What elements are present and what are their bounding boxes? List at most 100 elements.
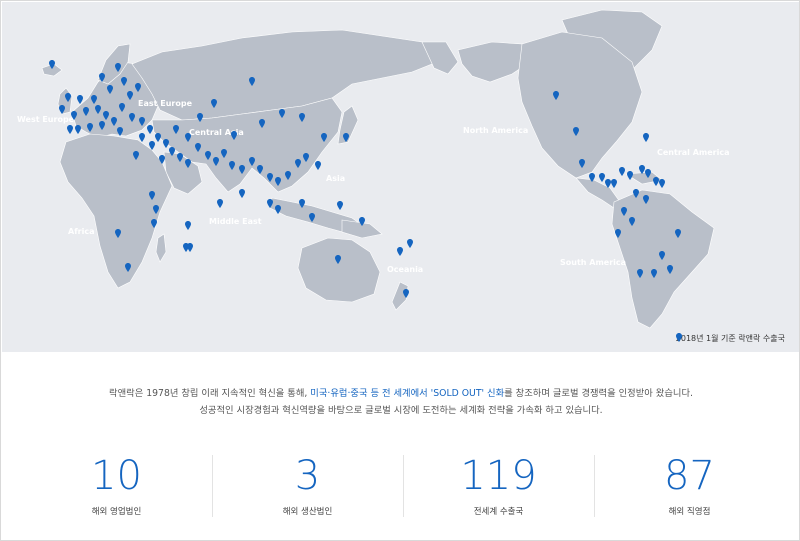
- location-pin-icon: [611, 179, 617, 188]
- location-pin-icon: [83, 107, 89, 116]
- location-pin-icon: [403, 289, 409, 298]
- location-pin-icon: [285, 171, 291, 180]
- location-pin-icon: [177, 153, 183, 162]
- stat-value: 10: [91, 453, 142, 499]
- location-pin-icon: [633, 189, 639, 198]
- location-pin-icon: [299, 199, 305, 208]
- location-pin-icon: [359, 217, 365, 226]
- location-pin-icon: [589, 173, 595, 182]
- region-label-middle-east: Middle East: [209, 217, 262, 226]
- location-pin-icon: [275, 177, 281, 186]
- location-pin-icon: [267, 173, 273, 182]
- location-pin-icon: [65, 93, 71, 102]
- location-pin-icon: [659, 251, 665, 260]
- page-frame: West Europe East Europe Central Asia Afr…: [0, 0, 800, 541]
- location-pin-icon: [135, 83, 141, 92]
- stat-overseas-direct-stores: 87 해외 직영점: [594, 451, 785, 521]
- location-pin-icon: [117, 127, 123, 136]
- location-pin-icon: [115, 63, 121, 72]
- location-pin-icon: [211, 99, 217, 108]
- location-pin-icon: [407, 239, 413, 248]
- location-pin-icon: [59, 105, 65, 114]
- location-pin-icon: [343, 133, 349, 142]
- location-pin-icon: [643, 133, 649, 142]
- stat-overseas-production-subsidiaries: 3 해외 생산법인: [212, 451, 403, 521]
- intro-line-2: 성공적인 시장경험과 혁신역량을 바탕으로 글로벌 시장에 도전하는 세계화 전…: [199, 405, 603, 416]
- location-pin-icon: [121, 77, 127, 86]
- intro-line-1-post: 를 창조하며 글로벌 경쟁력을 인정받아 왔습니다.: [504, 388, 693, 399]
- stat-overseas-sales-subsidiaries: 10 해외 영업법인: [21, 451, 212, 521]
- location-pin-icon: [637, 269, 643, 278]
- location-pin-icon: [659, 179, 665, 188]
- location-pin-icon: [309, 213, 315, 222]
- location-pin-icon: [239, 189, 245, 198]
- stat-label: 전세계 수출국: [473, 507, 524, 517]
- location-pin-icon: [335, 255, 341, 264]
- location-pin-icon: [667, 265, 673, 274]
- location-pin-icon: [99, 73, 105, 82]
- location-pin-icon: [259, 119, 265, 128]
- location-pin-icon: [315, 161, 321, 170]
- location-pin-icon: [155, 133, 161, 142]
- region-label-north-america: North America: [463, 126, 529, 135]
- location-pin-icon: [129, 113, 135, 122]
- location-pin-icon: [231, 131, 237, 140]
- stat-label: 해외 영업법인: [91, 507, 142, 517]
- location-pin-icon: [125, 263, 131, 272]
- location-pin-icon: [217, 199, 223, 208]
- location-pin-icon: [139, 133, 145, 142]
- location-pin-icon: [187, 243, 193, 252]
- region-label-africa: Africa: [68, 227, 95, 236]
- location-pin-icon: [77, 95, 83, 104]
- location-pin-icon: [321, 133, 327, 142]
- location-pin-icon: [99, 121, 105, 130]
- location-pin-icon: [91, 95, 97, 104]
- location-pin-icon: [147, 125, 153, 134]
- location-pin-icon: [249, 157, 255, 166]
- location-pin-icon: [257, 165, 263, 174]
- location-pin-icon: [197, 113, 203, 122]
- location-pin-icon: [127, 91, 133, 100]
- location-pin-icon: [615, 229, 621, 238]
- region-label-asia: Asia: [326, 174, 346, 183]
- stat-value: 87: [664, 453, 715, 499]
- location-pin-icon: [185, 133, 191, 142]
- location-pin-icon: [337, 201, 343, 210]
- stats-row: 10 해외 영업법인 3 해외 생산법인 119 전세계 수출국 87 해외 직…: [21, 451, 785, 521]
- map-legend: 2018년 1월 기준 락앤락 수출국: [675, 333, 785, 344]
- location-pin-icon: [111, 117, 117, 126]
- region-label-west-europe: West Europe: [17, 115, 75, 124]
- location-pin-icon: [573, 127, 579, 136]
- location-pin-icon: [397, 247, 403, 256]
- location-pin-icon: [133, 151, 139, 160]
- location-pin-icon: [579, 159, 585, 168]
- location-pin-icon: [159, 155, 165, 164]
- location-pin-icon: [621, 207, 627, 216]
- intro-highlight: 미국·유럽·중국 등 전 세계에서 'SOLD OUT' 신화: [310, 388, 505, 399]
- location-pin-icon: [303, 153, 309, 162]
- location-pin-icon: [115, 229, 121, 238]
- location-pin-icon: [139, 117, 145, 126]
- location-pin-icon: [229, 161, 235, 170]
- world-map: West Europe East Europe Central Asia Afr…: [2, 2, 799, 352]
- region-label-central-america: Central America: [657, 148, 730, 157]
- stat-export-countries: 119 전세계 수출국: [403, 451, 594, 521]
- location-pin-icon: [95, 105, 101, 114]
- intro-text: 락앤락은 1978년 창립 이래 지속적인 혁신을 통해, 미국·유럽·중국 등…: [1, 385, 800, 419]
- location-pin-icon: [239, 165, 245, 174]
- location-pin-icon: [169, 147, 175, 156]
- location-pin-icon: [151, 219, 157, 228]
- location-pin-icon: [119, 103, 125, 112]
- location-pin-icon: [619, 167, 625, 176]
- location-pin-icon: [651, 269, 657, 278]
- location-pin-icon: [629, 217, 635, 226]
- location-pin-icon: [195, 143, 201, 152]
- stat-value: 3: [294, 453, 321, 499]
- location-pin-icon: [675, 229, 681, 238]
- location-pin-icon: [643, 195, 649, 204]
- location-pin-icon: [49, 60, 55, 69]
- stat-value: 119: [460, 453, 537, 499]
- location-pin-icon: [153, 205, 159, 214]
- region-label-oceania: Oceania: [387, 265, 424, 274]
- location-pin-icon: [173, 125, 179, 134]
